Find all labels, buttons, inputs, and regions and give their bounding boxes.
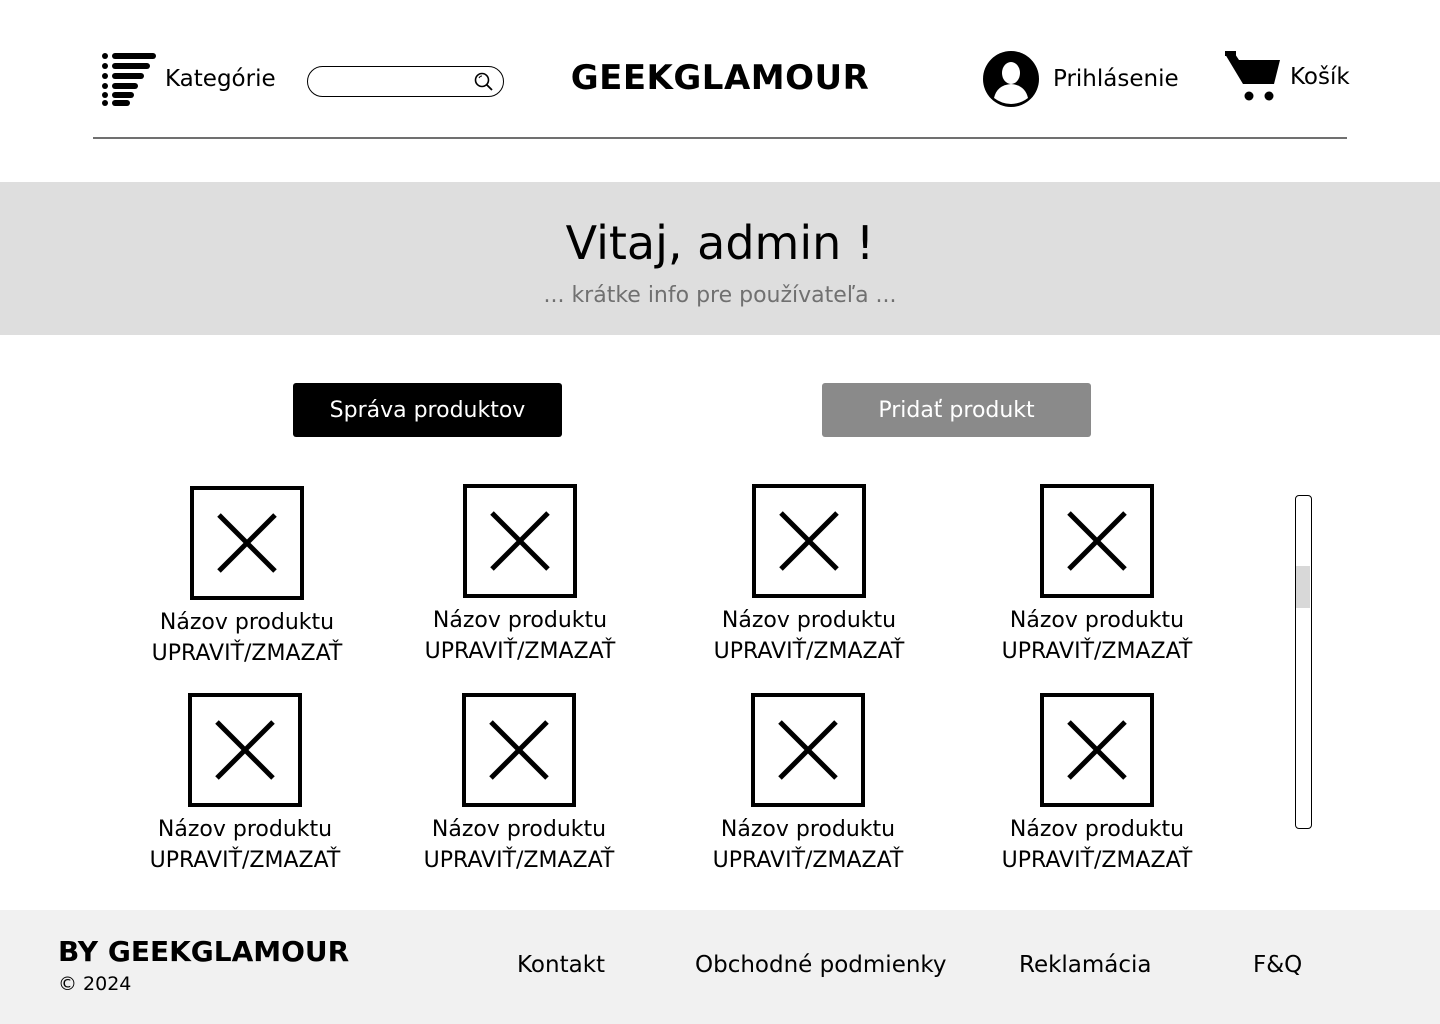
scrollbar-thumb[interactable] [1296,566,1310,608]
edit-delete-link[interactable]: UPRAVIŤ/ZMAZAŤ [410,636,630,668]
image-placeholder-icon[interactable] [190,486,304,600]
site-logo[interactable]: GEEKGLAMOUR [560,58,880,98]
categories-menu[interactable]: Kategórie [102,52,276,106]
edit-delete-link[interactable]: UPRAVIŤ/ZMAZAŤ [409,845,629,877]
search-box [307,66,504,97]
edit-delete-link[interactable]: UPRAVIŤ/ZMAZAŤ [699,636,919,668]
product-card: Názov produktu UPRAVIŤ/ZMAZAŤ [699,484,919,668]
header-divider [93,137,1347,139]
product-card: Názov produktu UPRAVIŤ/ZMAZAŤ [135,693,355,877]
list-menu-icon [102,53,156,106]
welcome-subtitle: ... krátke info pre používateľa ... [543,283,897,308]
product-name[interactable]: Názov produktu [699,606,919,636]
product-name[interactable]: Názov produktu [410,606,630,636]
welcome-banner: Vitaj, admin ! ... krátke info pre použí… [0,182,1440,335]
welcome-title: Vitaj, admin ! [565,216,875,270]
image-placeholder-icon[interactable] [1040,484,1154,598]
product-name[interactable]: Názov produktu [698,815,918,845]
search-icon[interactable] [473,71,495,93]
product-name[interactable]: Názov produktu [987,606,1207,636]
image-placeholder-icon[interactable] [752,484,866,598]
image-placeholder-icon[interactable] [462,693,576,807]
product-card: Názov produktu UPRAVIŤ/ZMAZAŤ [987,484,1207,668]
image-placeholder-icon[interactable] [463,484,577,598]
image-placeholder-icon[interactable] [188,693,302,807]
site-header: Kategórie GEEKGLAMOUR Prihlásenie Košík [0,0,1440,140]
product-name[interactable]: Názov produktu [409,815,629,845]
footer-link-faq[interactable]: F&Q [1253,952,1302,978]
product-card: Názov produktu UPRAVIŤ/ZMAZAŤ [698,693,918,877]
product-name[interactable]: Názov produktu [987,815,1207,845]
add-product-button[interactable]: Pridať produkt [822,383,1091,437]
footer-copyright: © 2024 [58,973,132,995]
categories-label: Kategórie [165,66,276,92]
product-card: Názov produktu UPRAVIŤ/ZMAZAŤ [137,486,357,670]
cart-link[interactable]: Košík [1225,50,1350,102]
manage-products-button[interactable]: Správa produktov [293,383,562,437]
edit-delete-link[interactable]: UPRAVIŤ/ZMAZAŤ [698,845,918,877]
edit-delete-link[interactable]: UPRAVIŤ/ZMAZAŤ [135,845,355,877]
login-label: Prihlásenie [1053,66,1179,92]
site-footer: BY GEEKGLAMOUR © 2024 Kontakt Obchodné p… [0,910,1440,1024]
product-name[interactable]: Názov produktu [137,608,357,638]
login-link[interactable]: Prihlásenie [983,51,1179,107]
edit-delete-link[interactable]: UPRAVIŤ/ZMAZAŤ [137,638,357,670]
footer-link-terms[interactable]: Obchodné podmienky [695,952,947,978]
product-card: Názov produktu UPRAVIŤ/ZMAZAŤ [410,484,630,668]
footer-brand: BY GEEKGLAMOUR [58,935,350,968]
image-placeholder-icon[interactable] [751,693,865,807]
footer-link-contact[interactable]: Kontakt [517,952,605,978]
edit-delete-link[interactable]: UPRAVIŤ/ZMAZAŤ [987,845,1207,877]
footer-link-complaints[interactable]: Reklamácia [1019,952,1152,978]
user-avatar-icon [983,51,1039,107]
product-name[interactable]: Názov produktu [135,815,355,845]
product-card: Názov produktu UPRAVIŤ/ZMAZAŤ [987,693,1207,877]
product-card: Názov produktu UPRAVIŤ/ZMAZAŤ [409,693,629,877]
product-list-scrollbar[interactable] [1295,495,1312,829]
shopping-cart-icon [1225,51,1280,101]
search-input[interactable] [322,71,472,92]
cart-label: Košík [1290,64,1350,90]
image-placeholder-icon[interactable] [1040,693,1154,807]
edit-delete-link[interactable]: UPRAVIŤ/ZMAZAŤ [987,636,1207,668]
